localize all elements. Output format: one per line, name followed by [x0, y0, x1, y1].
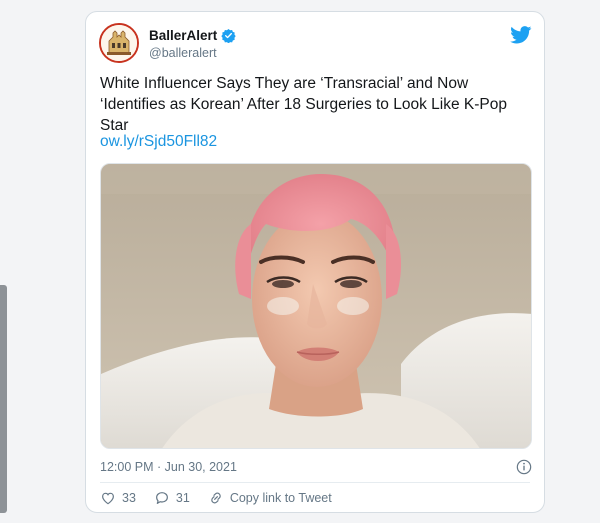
twitter-bird-icon[interactable] [510, 26, 532, 44]
media-photo [101, 164, 531, 448]
link-icon [211, 492, 221, 504]
user-handle[interactable]: @balleralert [149, 46, 217, 60]
timestamp-row: 12:00 PM · Jun 30, 2021 [100, 459, 532, 475]
avatar-logo-icon [101, 25, 137, 61]
left-edge-bar [0, 285, 7, 513]
copy-link-button[interactable]: Copy link to Tweet [208, 490, 332, 506]
divider [100, 482, 530, 483]
tweet-timestamp[interactable]: 12:00 PM · Jun 30, 2021 [100, 460, 237, 474]
tweet-text: White Influencer Says They are ‘Transrac… [100, 75, 507, 134]
like-button[interactable]: 33 [100, 490, 136, 506]
heart-icon [102, 492, 114, 505]
name-row: BallerAlert [149, 28, 236, 43]
avatar[interactable] [99, 23, 139, 63]
reply-count: 31 [175, 491, 190, 505]
tweet-link[interactable]: ow.ly/rSjd50Fll82 [100, 133, 217, 151]
display-name[interactable]: BallerAlert [149, 28, 217, 43]
reply-icon [155, 492, 168, 504]
tweet-media-image[interactable] [100, 163, 532, 449]
tweet-actions: 33 31 Copy link to Tweet [100, 490, 350, 506]
info-icon[interactable] [516, 459, 532, 475]
reply-button[interactable]: 31 [154, 490, 190, 506]
verified-badge-icon [221, 28, 236, 43]
tweet-card[interactable]: BallerAlert @balleralert White Influence… [85, 11, 545, 513]
copy-link-label: Copy link to Tweet [229, 491, 332, 505]
like-count: 33 [122, 491, 136, 505]
